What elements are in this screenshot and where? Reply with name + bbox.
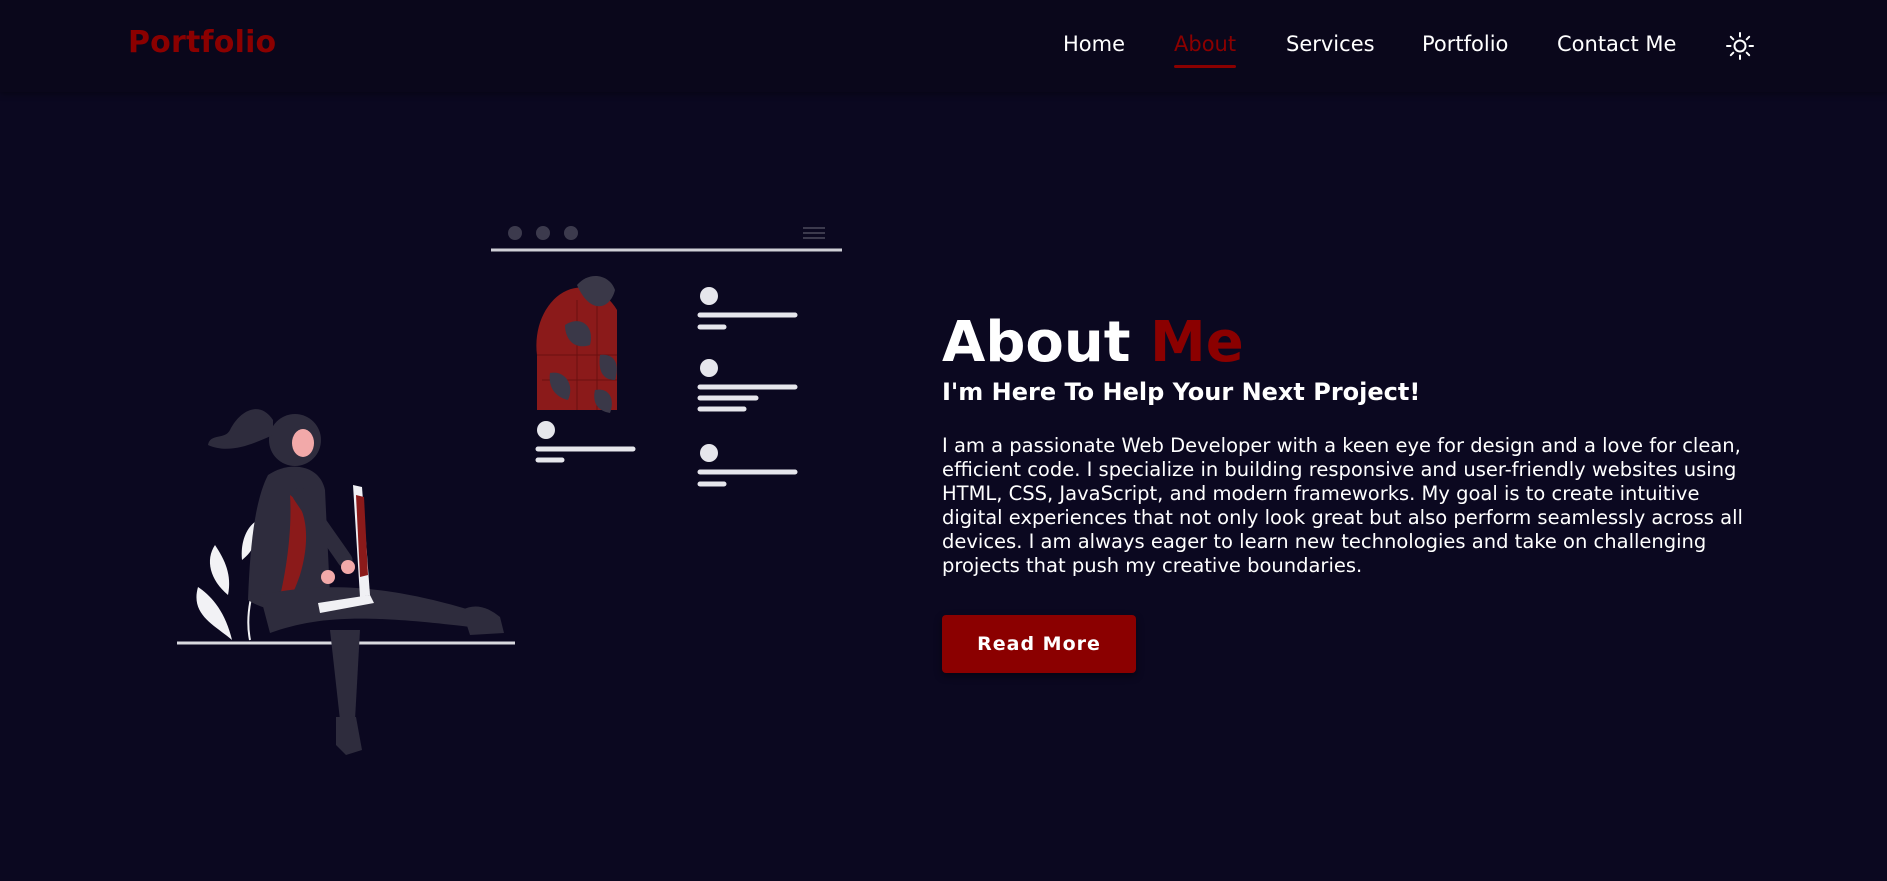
nav-contact[interactable]: Contact Me bbox=[1557, 32, 1676, 56]
site-header: Portfolio Home About Services Portfolio … bbox=[0, 0, 1887, 92]
read-more-button[interactable]: Read More bbox=[942, 615, 1136, 673]
about-illustration bbox=[177, 226, 842, 755]
about-title: About Me bbox=[942, 310, 1244, 375]
about-paragraph: I am a passionate Web Developer with a k… bbox=[942, 434, 1743, 577]
theme-toggle[interactable] bbox=[1725, 31, 1755, 61]
browser-mockup-graphic bbox=[491, 226, 842, 487]
woman-with-laptop-graphic bbox=[177, 409, 515, 755]
nav-portfolio[interactable]: Portfolio bbox=[1422, 32, 1508, 56]
nav-home[interactable]: Home bbox=[1063, 32, 1125, 56]
sun-icon bbox=[1726, 32, 1754, 60]
about-title-main: About bbox=[942, 310, 1131, 375]
nav-about[interactable]: About bbox=[1174, 32, 1237, 68]
about-title-accent: Me bbox=[1150, 310, 1244, 375]
nav-services[interactable]: Services bbox=[1286, 32, 1375, 56]
main-nav: Home About Services Portfolio Contact Me bbox=[0, 32, 1887, 72]
about-subtitle: I'm Here To Help Your Next Project! bbox=[942, 378, 1421, 406]
